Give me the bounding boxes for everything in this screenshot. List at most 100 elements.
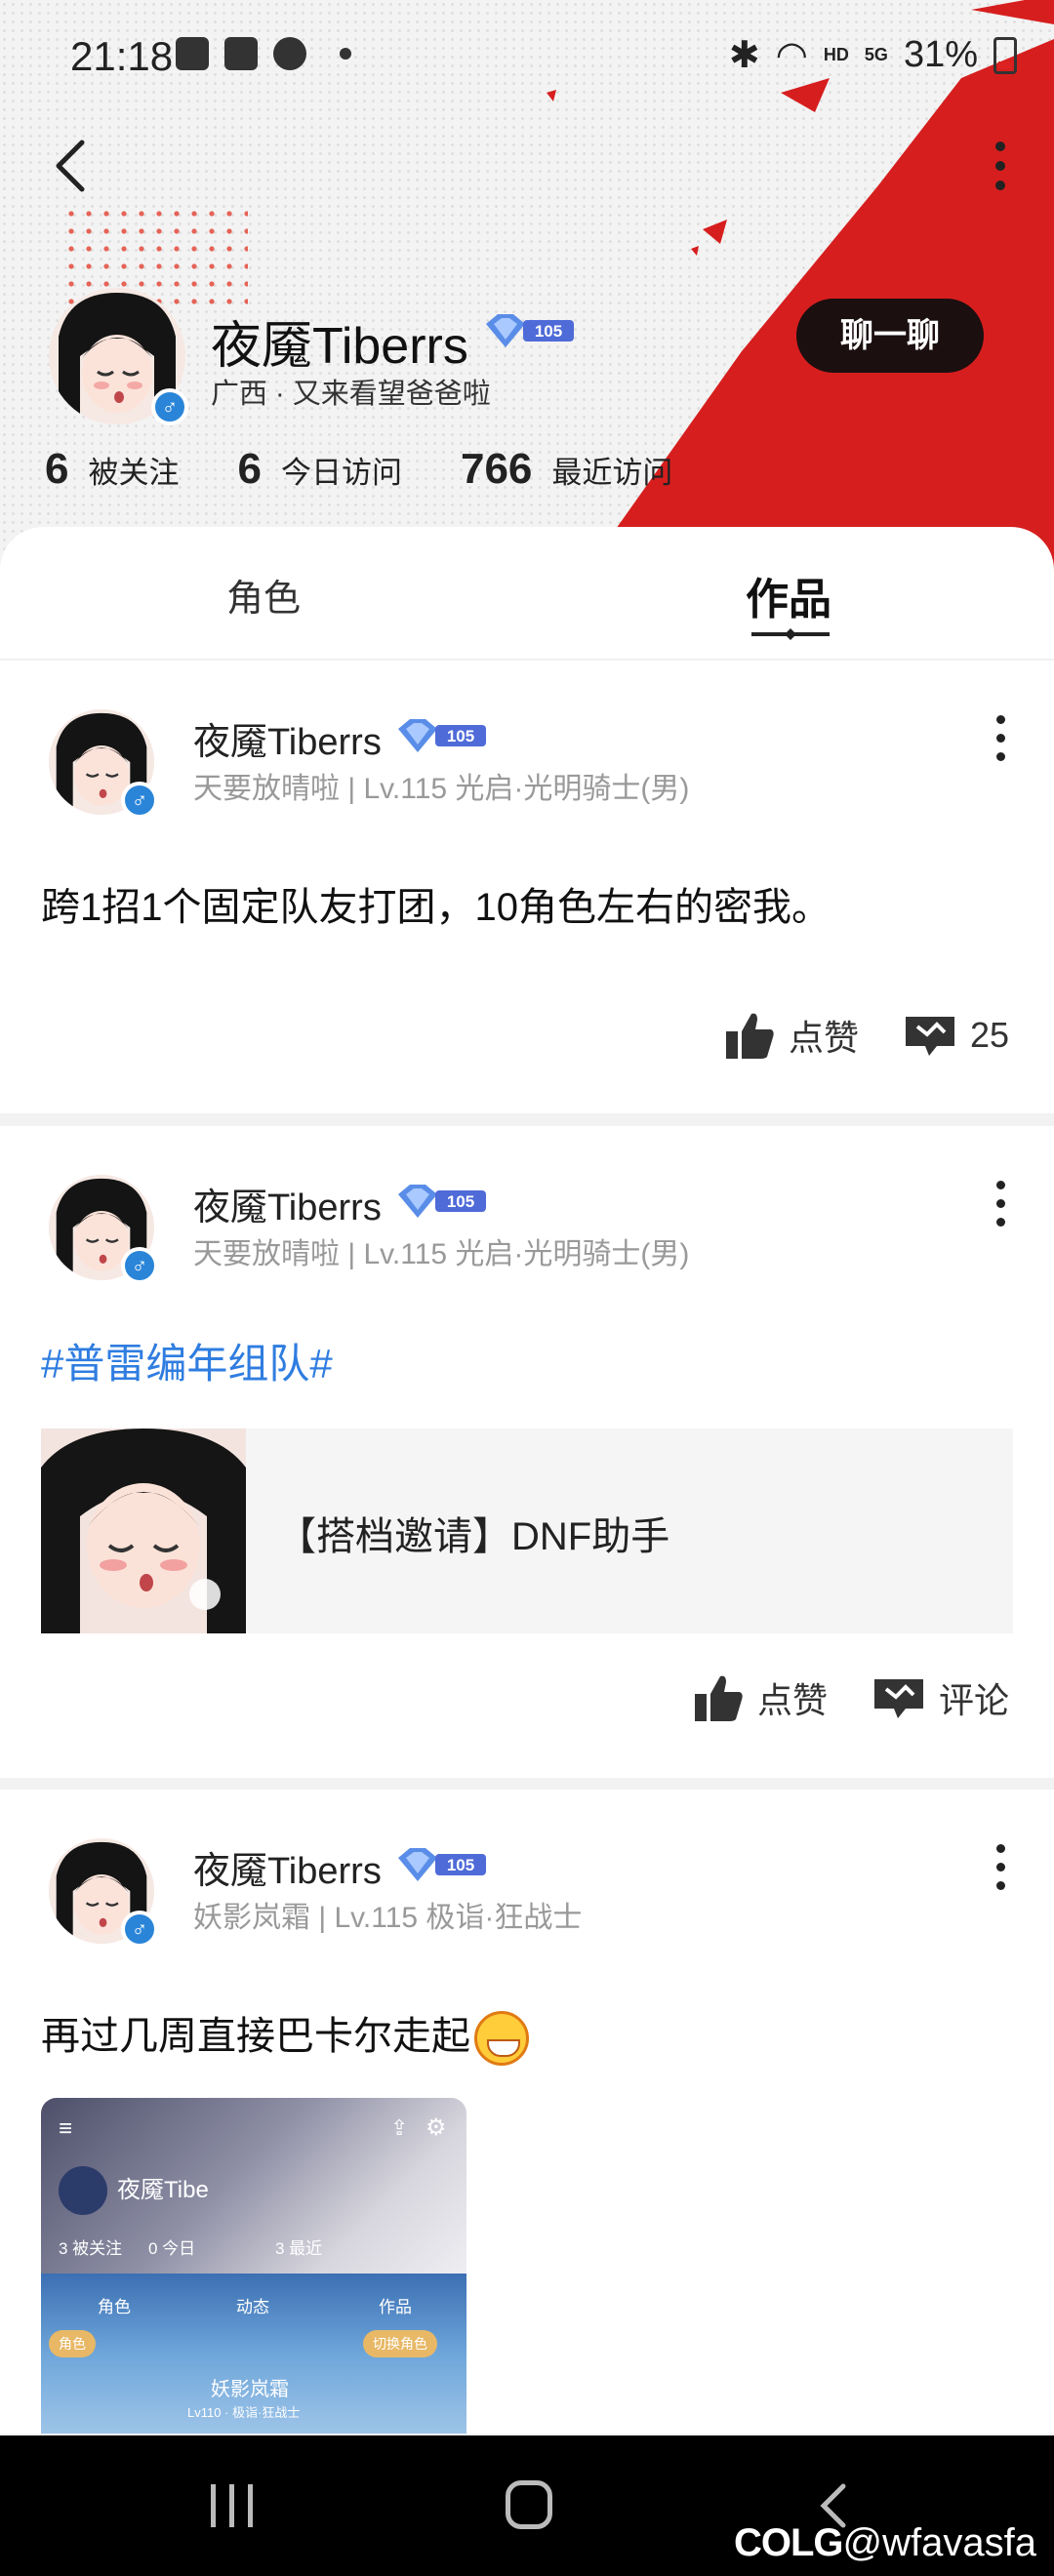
level-badge-value: 105 xyxy=(447,1856,474,1874)
image-stat-followers: 3 被关注 xyxy=(59,2239,123,2258)
post-actions: 点赞 评论 xyxy=(693,1672,1009,1723)
like-label: 点赞 xyxy=(756,1680,828,1720)
battery-icon xyxy=(993,36,1017,74)
comment-icon xyxy=(873,1679,923,1718)
today-visits-label[interactable]: 今日访问 xyxy=(281,448,402,492)
gallery-icon xyxy=(176,37,209,70)
system-navigation-bar: COLG@wfavasfa xyxy=(0,2435,1054,2576)
watermark-user: @wfavasfa xyxy=(842,2521,1037,2564)
image-share-icon: ⇪ xyxy=(390,2115,409,2140)
post-card[interactable]: ♂ 夜魇Tiberrs 105 天要放晴啦 | Lv.115 光启·光明骑士(男… xyxy=(0,661,1054,1113)
status-bar: 21:18 ✱ ◠ HD 5G 31% xyxy=(0,0,1054,107)
post-author-meta: 天要放晴啦 | Lv.115 光启·光明骑士(男) xyxy=(193,773,690,805)
gender-male-icon: ♂ xyxy=(121,1247,158,1284)
battery-text: 31% xyxy=(903,34,978,75)
post-actions: 点赞 25 xyxy=(724,1010,1009,1061)
image-tag-switch-role: 切换角色 xyxy=(363,2330,437,2357)
post-author-name[interactable]: 夜魇Tiberrs xyxy=(193,711,382,765)
gender-male-icon: ♂ xyxy=(121,1911,158,1948)
thumbs-up-icon xyxy=(694,1675,743,1721)
post-more-button[interactable] xyxy=(986,711,1015,770)
profile-stats: 6 被关注 6 今日访问 766 最近访问 xyxy=(45,445,731,494)
image-tab-works: 作品 xyxy=(379,2298,412,2316)
post-author-meta: 妖影岚霜 | Lv.115 极诣·狂战士 xyxy=(193,1902,583,1934)
level-badge-value: 105 xyxy=(447,1192,474,1211)
post-author-name[interactable]: 夜魇Tiberrs xyxy=(193,1840,382,1894)
grinning-face-icon xyxy=(474,2011,529,2067)
status-time: 21:18 xyxy=(70,33,174,79)
watermark-logo: COLG xyxy=(734,2521,844,2564)
image-avatar xyxy=(59,2166,107,2215)
thumbs-up-icon xyxy=(725,1013,774,1059)
level-badge: 105 xyxy=(394,1181,488,1225)
tab-works[interactable]: 作品 xyxy=(746,564,831,626)
signal-label: 5G xyxy=(864,45,888,64)
gender-male-icon: ♂ xyxy=(151,388,188,425)
profile-name: 夜魇Tiberrs xyxy=(211,318,468,375)
recent-visits-label[interactable]: 最近访问 xyxy=(551,448,672,492)
level-badge: 105 xyxy=(394,1844,488,1888)
link-title: 【搭档邀请】DNF助手 xyxy=(277,1515,670,1558)
tab-roles[interactable]: 角色 xyxy=(226,568,301,622)
level-badge: 105 xyxy=(482,310,576,354)
image-character-name: 妖影岚霜 xyxy=(211,2379,289,2400)
more-options-button[interactable] xyxy=(986,137,1015,195)
post-card[interactable]: ♂ 夜魇Tiberrs 105 天要放晴啦 | Lv.115 光启·光明骑士(男… xyxy=(0,1126,1054,1778)
followers-label[interactable]: 被关注 xyxy=(88,448,179,492)
back-button[interactable] xyxy=(49,137,98,195)
level-badge-value: 105 xyxy=(447,727,474,745)
like-button[interactable]: 点赞 xyxy=(693,1672,828,1723)
post-more-button[interactable] xyxy=(986,1840,1015,1899)
recent-visits-count: 766 xyxy=(460,445,533,493)
chat-button[interactable]: 聊一聊 xyxy=(796,299,984,373)
profile-location-signature: 广西 · 又来看望爸爸啦 xyxy=(211,379,491,410)
post-text-content: 再过几周直接巴卡尔走起 xyxy=(41,2015,470,2058)
link-thumbnail xyxy=(41,1429,246,1633)
image-tab-feed: 动态 xyxy=(236,2298,269,2316)
comment-button[interactable]: 25 xyxy=(904,1013,1009,1058)
post-more-button[interactable] xyxy=(986,1177,1015,1235)
level-badge-value: 105 xyxy=(535,322,562,341)
post-text: 跨1招1个固定队友打团，10角色左右的密我。 xyxy=(41,886,831,929)
profile-tabs: 角色 作品 xyxy=(0,527,1054,660)
image-profile-name: 夜魇Tibe xyxy=(117,2177,209,2203)
watermark: COLG@wfavasfa xyxy=(734,2521,1036,2565)
status-notification-icons xyxy=(176,37,351,70)
comment-label: 评论 xyxy=(938,1680,1009,1720)
comment-button[interactable]: 评论 xyxy=(872,1672,1009,1723)
wifi-icon: ◠ xyxy=(775,35,808,76)
network-label: HD xyxy=(823,45,849,64)
post-text: 再过几周直接巴卡尔走起 xyxy=(41,2004,529,2067)
followers-count: 6 xyxy=(45,445,69,493)
image-stat-today: 0 今日 xyxy=(148,2239,196,2258)
level-badge: 105 xyxy=(394,715,488,759)
like-label: 点赞 xyxy=(788,1018,859,1058)
comment-count: 25 xyxy=(969,1015,1009,1055)
profile-header: 21:18 ✱ ◠ HD 5G 31% ♂ 夜魇Tiberrs 105 广西 ·… xyxy=(0,0,1054,585)
recent-apps-button[interactable] xyxy=(211,2484,253,2527)
image-tab-roles: 角色 xyxy=(98,2298,131,2316)
home-button[interactable] xyxy=(506,2480,552,2529)
wechat-icon xyxy=(273,37,306,70)
post-author-name[interactable]: 夜魇Tiberrs xyxy=(193,1177,382,1230)
image-stat-recent: 3 最近 xyxy=(275,2239,323,2258)
post-image[interactable]: ≡ ⇪ ⚙ 夜魇Tibe 3 被关注 0 今日 3 最近 角色 动态 作品 角色… xyxy=(41,2098,466,2434)
tab-active-indicator xyxy=(751,628,830,640)
post-author-meta: 天要放晴啦 | Lv.115 光启·光明骑士(男) xyxy=(193,1238,690,1270)
like-button[interactable]: 点赞 xyxy=(724,1010,859,1061)
post-card[interactable]: ♂ 夜魇Tiberrs 105 妖影岚霜 | Lv.115 极诣·狂战士 再过几… xyxy=(0,1790,1054,2434)
shared-link-card[interactable]: 【搭档邀请】DNF助手 xyxy=(41,1429,1013,1633)
check-icon xyxy=(224,37,258,70)
image-menu-icon: ≡ xyxy=(59,2115,73,2142)
chevron-left-icon xyxy=(56,140,85,192)
bluetooth-icon: ✱ xyxy=(728,35,760,76)
image-tag-role: 角色 xyxy=(49,2330,96,2357)
more-notifications-dot-icon xyxy=(340,48,351,60)
post-hashtag[interactable]: #普雷编年组队# xyxy=(41,1331,333,1390)
image-character-meta: Lv110 · 极诣·狂战士 xyxy=(187,2405,301,2420)
comment-icon xyxy=(905,1017,954,1056)
more-vertical-icon xyxy=(995,141,1005,190)
gender-male-icon: ♂ xyxy=(121,782,158,819)
image-gear-icon: ⚙ xyxy=(426,2114,447,2141)
today-visits-count: 6 xyxy=(237,445,262,493)
